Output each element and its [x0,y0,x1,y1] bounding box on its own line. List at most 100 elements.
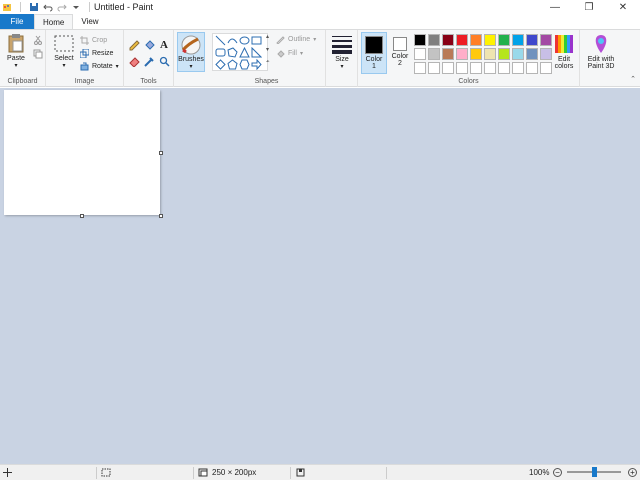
restore-button[interactable]: ❐ [572,0,606,14]
color1-button[interactable]: Color 1 [361,32,387,74]
collapse-ribbon-icon[interactable]: ⌃ [630,75,636,83]
polygon-shape-icon[interactable] [227,47,238,58]
outline-button[interactable]: Outline ▾ [276,35,316,44]
shapes-scroll-up-icon[interactable]: ▴ [266,33,269,40]
rectangle-shape-icon[interactable] [251,35,262,46]
resize-handle-bottom[interactable] [80,214,84,218]
pentagon-shape-icon[interactable] [227,59,238,70]
arrow-shape-icon[interactable] [251,59,262,70]
curve-shape-icon[interactable] [227,35,238,46]
palette-swatch[interactable] [540,48,552,60]
palette-swatch[interactable] [470,48,482,60]
palette-swatch[interactable] [484,62,496,74]
text-tool-icon[interactable]: A [158,39,170,51]
palette-swatch[interactable] [498,34,510,46]
oval-shape-icon[interactable] [239,35,250,46]
shapes-expand-icon[interactable]: ⩡ [266,59,269,66]
redo-icon[interactable] [57,2,67,12]
shapes-scroll-down-icon[interactable]: ▾ [266,46,269,53]
save-icon[interactable] [29,2,39,12]
palette-swatch[interactable] [484,48,496,60]
shapes-gallery [212,33,268,71]
minimize-button[interactable]: — [538,0,572,14]
triangle-shape-icon[interactable] [239,47,250,58]
line-shape-icon[interactable] [215,35,226,46]
color-picker-icon[interactable] [143,55,155,67]
palette-swatch[interactable] [414,34,426,46]
palette-swatch[interactable] [540,62,552,74]
canvas-workspace[interactable] [0,88,640,464]
palette-swatch[interactable] [414,62,426,74]
crop-button[interactable]: Crop [80,36,107,45]
paste-button[interactable]: Paste ▾ [4,33,28,69]
resize-handle-corner[interactable] [159,214,163,218]
undo-icon[interactable] [43,2,53,12]
outline-icon [276,36,285,44]
palette-swatch[interactable] [470,34,482,46]
clipboard-group: Paste ▾ Clipboard [0,30,46,87]
pencil-icon[interactable] [128,39,140,51]
tab-file[interactable]: File [0,14,34,29]
palette-swatch[interactable] [512,62,524,74]
right-triangle-shape-icon[interactable] [251,47,262,58]
palette-swatch[interactable] [456,34,468,46]
diamond-shape-icon[interactable] [215,59,226,70]
palette-swatch[interactable] [512,48,524,60]
edit-with-paint3d-button[interactable]: Edit with Paint 3D [582,34,620,70]
palette-swatch[interactable] [526,62,538,74]
close-button[interactable]: ✕ [606,0,640,14]
brushes-button[interactable]: Brushes ▾ [177,32,205,72]
palette-swatch[interactable] [526,48,538,60]
eraser-icon[interactable] [128,55,140,67]
color1-swatch [365,36,383,54]
palette-swatch[interactable] [498,48,510,60]
zoom-in-button[interactable]: + [628,465,637,480]
palette-swatch[interactable] [470,62,482,74]
fill-button[interactable]: Fill ▾ [276,49,303,58]
color2-button[interactable]: Color 2 [387,32,413,74]
clipboard-group-label: Clipboard [7,78,38,85]
magnifier-icon[interactable] [158,55,170,67]
resize-button[interactable]: Resize [80,49,113,58]
select-icon [54,35,74,52]
tab-home[interactable]: Home [34,14,74,29]
palette-swatch[interactable] [484,34,496,46]
customize-dropdown-icon[interactable] [71,2,81,12]
palette-swatch[interactable] [526,34,538,46]
copy-icon[interactable] [32,48,44,60]
zoom-out-button[interactable]: − [553,465,562,480]
paint-app-icon [2,2,12,12]
window-title: Untitled - Paint [94,2,154,12]
paste-label: Paste [7,55,25,62]
outline-label: Outline [288,36,311,43]
cut-icon[interactable] [32,34,44,46]
divider [20,2,21,12]
palette-swatch[interactable] [512,34,524,46]
palette-swatch[interactable] [414,48,426,60]
hexagon-shape-icon[interactable] [239,59,250,70]
image-group-label: Image [74,78,95,85]
select-button[interactable]: Select ▾ [52,35,76,69]
palette-swatch[interactable] [498,62,510,74]
fill-icon [277,50,285,58]
palette-swatch[interactable] [442,62,454,74]
edit-colors-button[interactable]: Edit colors [551,34,577,70]
palette-swatch[interactable] [428,34,440,46]
palette-swatch[interactable] [456,62,468,74]
tab-view[interactable]: View [73,14,106,29]
chevron-down-icon: ▾ [62,63,66,69]
palette-swatch[interactable] [456,48,468,60]
zoom-slider-thumb[interactable] [592,467,597,477]
palette-swatch[interactable] [442,34,454,46]
image-group: Select ▾ Crop Resize Rotate ▾ Image [46,30,124,87]
rotate-button[interactable]: Rotate ▾ [80,62,119,71]
rounded-rectangle-shape-icon[interactable] [215,47,226,58]
palette-swatch[interactable] [540,34,552,46]
palette-swatch[interactable] [428,48,440,60]
fill-bucket-icon[interactable] [143,39,155,51]
palette-swatch[interactable] [442,48,454,60]
size-button[interactable]: Size ▾ [330,34,354,70]
drawing-canvas[interactable] [4,90,160,215]
palette-swatch[interactable] [428,62,440,74]
resize-handle-right[interactable] [159,151,163,155]
